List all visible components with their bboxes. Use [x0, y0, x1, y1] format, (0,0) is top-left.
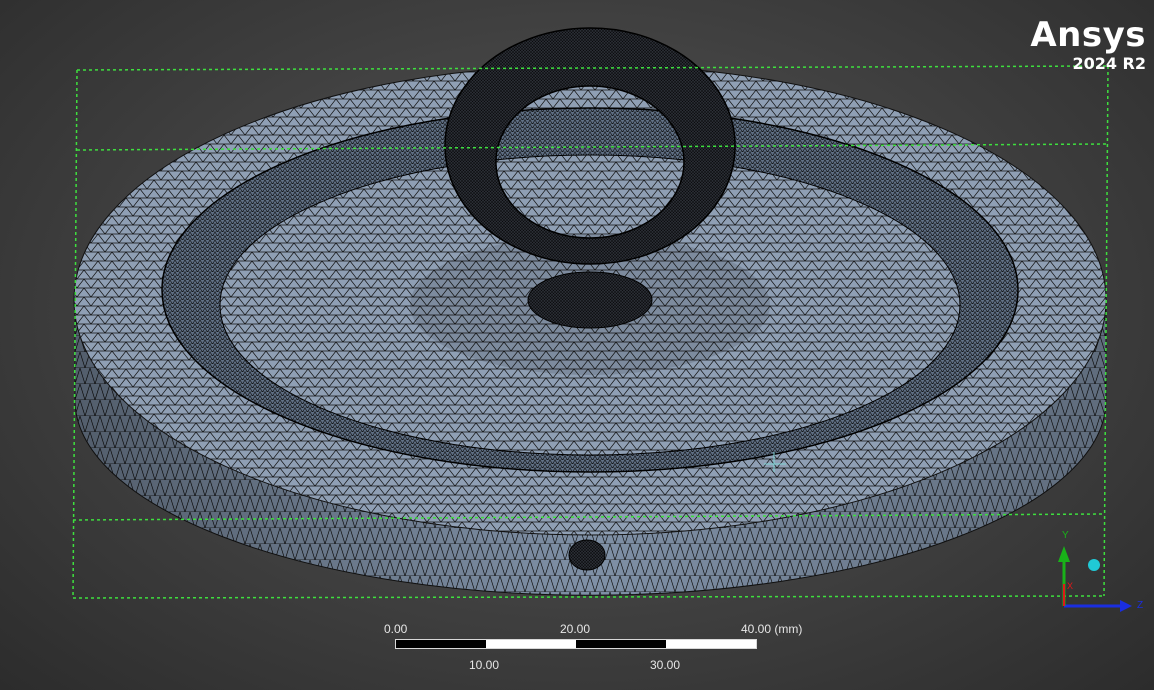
triad-y-label: Y: [1062, 530, 1069, 541]
triad-y-arrow-icon: [1058, 546, 1070, 562]
scale-bar-ruler: [395, 639, 757, 649]
triad-x-label: X: [1067, 581, 1073, 591]
scale-label-10: 10.00: [469, 658, 500, 672]
side-hole: [568, 539, 606, 571]
ansys-logo: Ansys 2024 R2: [1030, 18, 1146, 72]
coordinate-triad[interactable]: Y Z X: [1058, 530, 1143, 612]
scale-bar: 0.00 20.00 40.00 (mm) 10.00 30.00: [384, 620, 802, 680]
triad-z-label: Z: [1137, 600, 1143, 611]
mesh-model[interactable]: [73, 27, 1107, 596]
graphics-viewport[interactable]: Y Z X: [0, 0, 1154, 690]
brand-name: Ansys: [1030, 15, 1146, 55]
eyelet-base: [527, 271, 653, 329]
triad-z-arrow-icon: [1120, 600, 1132, 612]
scale-label-30: 30.00: [650, 658, 681, 672]
brand-version: 2024 R2: [1072, 54, 1146, 73]
scale-label-20: 20.00: [560, 622, 591, 636]
scale-label-0: 0.00: [384, 622, 408, 636]
isometric-view-sphere-icon[interactable]: [1088, 559, 1100, 571]
scale-label-40: 40.00 (mm): [741, 622, 803, 636]
